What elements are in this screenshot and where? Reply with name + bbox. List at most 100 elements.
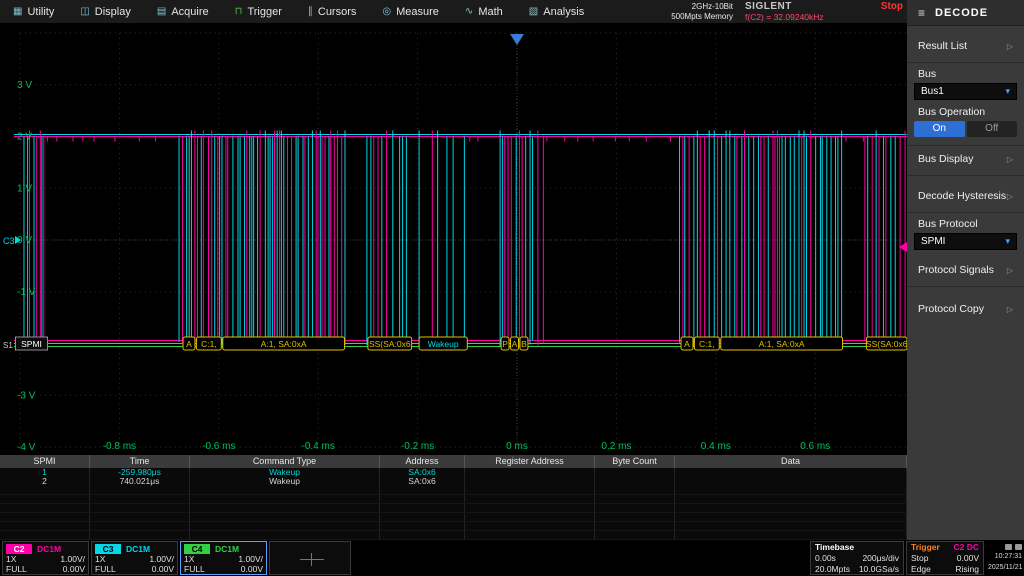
channel-bandwidth: FULL <box>95 564 116 574</box>
bus-display-button[interactable]: Bus Display ▷ <box>907 149 1024 169</box>
protocol-select[interactable]: SPMI ▾ <box>914 233 1017 250</box>
table-cell: -259.980μs <box>90 468 190 477</box>
bus-on-button[interactable]: On <box>914 121 965 137</box>
table-cell <box>90 513 190 521</box>
trigger-position-marker[interactable] <box>510 34 524 45</box>
decode-annotation-label: C:1, <box>699 339 715 349</box>
menu-cursors[interactable]: ∥ Cursors <box>295 0 370 23</box>
channel-box-c4[interactable]: C4DC1M1X1.00V/FULL0.00V <box>180 541 267 575</box>
trigger-source: C2 DC <box>953 542 979 553</box>
table-cell <box>190 504 380 512</box>
x-axis-label: -0.8 ms <box>103 441 136 452</box>
trigger-title: Trigger <box>911 542 940 553</box>
channel-attenuation: 1X <box>184 554 194 564</box>
table-cell <box>595 477 675 486</box>
decode-hysteresis-button[interactable]: Decode Hysteresis ▷ <box>907 186 1024 206</box>
decode-hysteresis-label: Decode Hysteresis <box>918 190 1006 202</box>
protocol-copy-button[interactable]: Protocol Copy ▷ <box>907 299 1024 319</box>
column-header: Command Type <box>190 455 380 468</box>
chevron-down-icon: ▾ <box>1005 86 1010 97</box>
table-cell <box>675 486 907 494</box>
run-state-badge[interactable]: Stop <box>881 2 903 12</box>
table-cell <box>190 531 380 539</box>
menu-utility[interactable]: ▦Utility <box>0 0 67 23</box>
bus-select[interactable]: Bus1 ▾ <box>914 83 1017 100</box>
protocol-copy-label: Protocol Copy <box>918 303 984 315</box>
empty-channel-slot[interactable] <box>269 541 351 575</box>
table-row[interactable]: 1-259.980μsWakeupSA:0x6 <box>0 468 907 477</box>
divider <box>907 175 1024 176</box>
menu-label: Acquire <box>171 6 208 18</box>
timebase-delay: 0.00s <box>815 553 836 564</box>
channel-coupling: DC1M <box>126 544 150 554</box>
bus-operation-label: Bus Operation <box>907 106 1024 118</box>
menu-analysis[interactable]: ▧Analysis <box>516 0 597 23</box>
table-cell <box>0 522 90 530</box>
table-row-empty <box>0 522 907 531</box>
menu-acquire[interactable]: ▤Acquire <box>144 0 222 23</box>
table-cell <box>595 531 675 539</box>
table-cell <box>675 477 907 486</box>
protocol-signals-button[interactable]: Protocol Signals ▷ <box>907 260 1024 280</box>
expand-icon: ▷ <box>1007 305 1013 314</box>
table-row[interactable]: 2740.021μsWakeupSA:0x6 <box>0 477 907 486</box>
table-row-empty <box>0 504 907 513</box>
table-cell <box>465 495 595 503</box>
table-cell <box>595 495 675 503</box>
clock-time: 10:27:31 <box>988 551 1022 562</box>
menu-display[interactable]: ◫Display <box>67 0 144 23</box>
memory-label: 500Mpts Memory <box>671 12 733 22</box>
menu-trigger[interactable]: ⊓Trigger <box>222 0 295 23</box>
timebase-panel[interactable]: Timebase 0.00s200μs/div 20.0Mpts10.0GSa/… <box>810 541 904 575</box>
channel-coupling: DC1M <box>215 544 239 554</box>
table-cell <box>675 513 907 521</box>
channel-bandwidth: FULL <box>6 564 27 574</box>
divider <box>907 145 1024 146</box>
table-cell <box>0 486 90 494</box>
decode-annotation-label: A <box>684 339 690 349</box>
bus-off-button[interactable]: Off <box>967 121 1018 137</box>
table-cell <box>190 495 380 503</box>
table-header: SPMITimeCommand TypeAddressRegister Addr… <box>0 455 907 468</box>
table-cell <box>465 531 595 539</box>
channel-box-c2[interactable]: C2DC1M1X1.00V/FULL0.00V <box>2 541 89 575</box>
menu-math[interactable]: ∿Math <box>452 0 516 23</box>
menu-measure[interactable]: ◎Measure <box>369 0 452 23</box>
channel-box-c3[interactable]: C3DC1M1X1.00V/FULL0.00V <box>91 541 178 575</box>
channel-offset: 0.00V <box>152 564 174 574</box>
trigger-panel[interactable]: TriggerC2 DC Stop0.00V EdgeRising <box>906 541 984 575</box>
channel-offset: 0.00V <box>241 564 263 574</box>
table-cell <box>675 495 907 503</box>
table-cell <box>675 504 907 512</box>
menu-label: Measure <box>396 6 439 18</box>
x-axis-label: 0 ms <box>506 441 528 452</box>
column-header: SPMI <box>0 455 90 468</box>
table-cell <box>0 513 90 521</box>
oscilloscope-screen: AC:1, A:1, SA:0xASS(SA:0x6WakeupPABAC:1,… <box>0 0 1024 576</box>
clock-panel: 10:27:31 2025/11/21 <box>986 541 1024 575</box>
table-cell <box>380 486 465 494</box>
table-cell <box>0 531 90 539</box>
channel-zero-marker: C3 <box>3 236 15 246</box>
table-cell: 1 <box>0 468 90 477</box>
timebase-title: Timebase <box>815 542 854 553</box>
column-header: Byte Count <box>595 455 675 468</box>
trigger-type: Edge <box>911 564 931 575</box>
table-cell <box>675 522 907 530</box>
table-cell: SA:0x6 <box>380 468 465 477</box>
menu-label: Cursors <box>318 6 357 18</box>
y-axis-label: -3 V <box>17 390 36 401</box>
table-cell <box>465 513 595 521</box>
cursors-icon: ∥ <box>308 6 313 17</box>
column-header: Address <box>380 455 465 468</box>
decode-annotation-label: A <box>186 339 192 349</box>
bus-name-label: SPMI <box>21 339 42 349</box>
decode-annotation-label: A:1, SA:0xA <box>261 339 307 349</box>
result-list-button[interactable]: Result List ▷ <box>907 36 1024 56</box>
expand-icon: ▷ <box>1007 266 1013 275</box>
table-cell: Wakeup <box>190 468 380 477</box>
table-cell <box>595 504 675 512</box>
table-cell <box>190 522 380 530</box>
column-header: Time <box>90 455 190 468</box>
panel-header[interactable]: ≡ DECODE <box>907 0 1024 26</box>
